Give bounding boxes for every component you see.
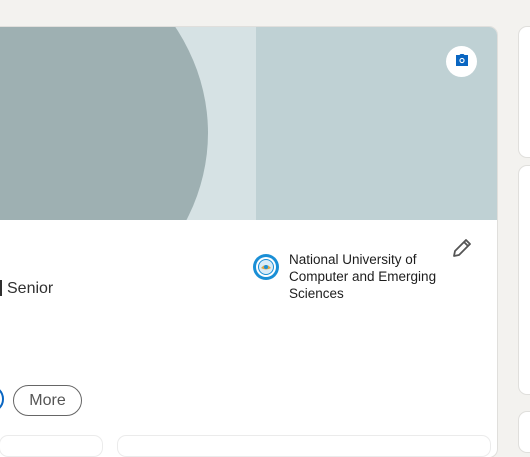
sidebar-card-middle xyxy=(519,166,530,394)
about-card xyxy=(118,436,490,456)
activity-card xyxy=(0,436,102,456)
open-to-button[interactable] xyxy=(0,385,4,413)
edit-banner-button[interactable] xyxy=(446,46,477,77)
more-button[interactable]: More xyxy=(13,385,82,416)
headline-separator xyxy=(0,280,2,296)
profile-banner xyxy=(0,27,497,220)
sidebar-card-bottom xyxy=(519,412,530,452)
profile-card: Senior National University of Computer a… xyxy=(0,27,497,457)
university-logo xyxy=(252,253,280,281)
camera-icon xyxy=(455,53,469,71)
profile-headline: Senior xyxy=(0,280,53,298)
education-name: National University of Computer and Emer… xyxy=(289,252,437,301)
headline-text: Senior xyxy=(7,280,54,297)
banner-circle xyxy=(0,27,208,220)
sidebar-card-top xyxy=(519,27,530,157)
